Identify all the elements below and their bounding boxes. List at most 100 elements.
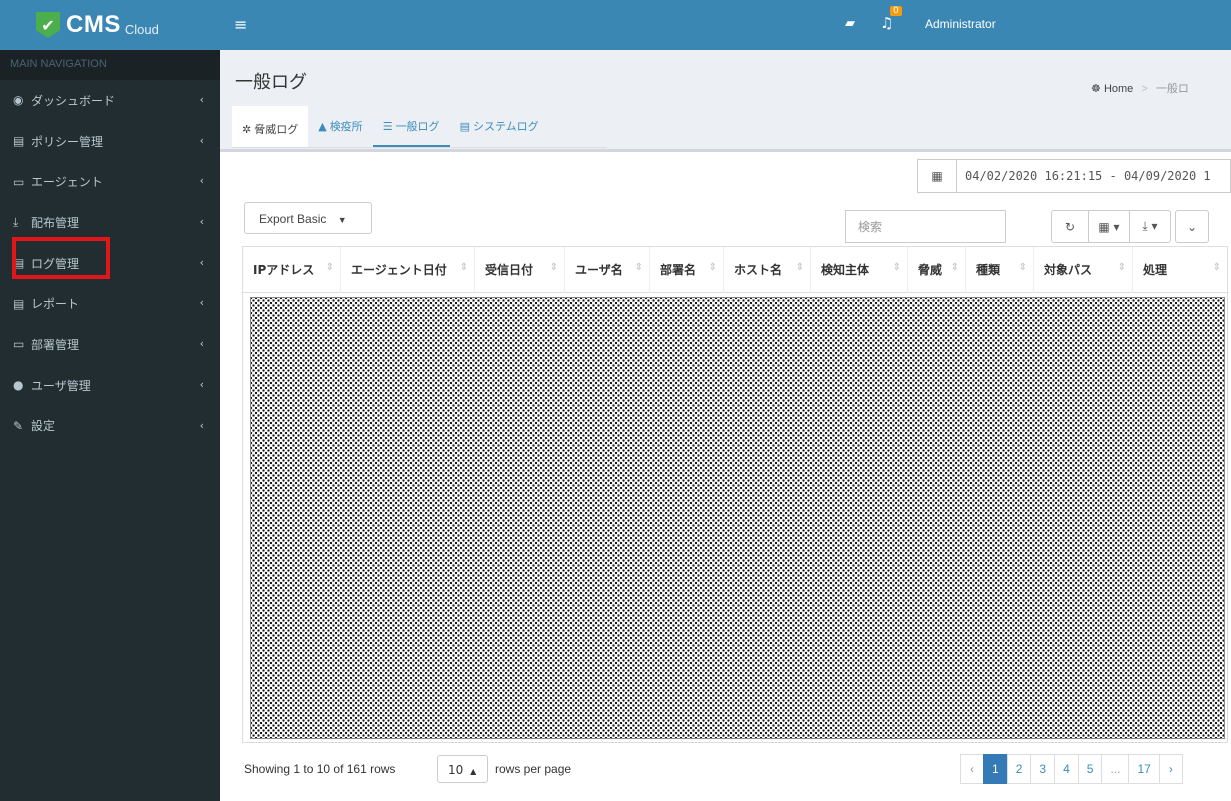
refresh-button[interactable]: ↻ [1051,210,1089,243]
sidebar-item-policy[interactable]: ▤ ポリシー管理 ‹ [0,121,220,162]
chevron-left-icon: ‹ [199,215,204,229]
export-button[interactable]: ⤓ ▾ [1129,210,1171,243]
page-size-dropdown[interactable]: 10 ▲ [437,755,488,783]
breadcrumb-separator: > [1141,83,1148,95]
lock-icon: ▲ [318,120,327,133]
report-icon: ▤ [13,296,25,311]
page-button[interactable]: 4 [1054,754,1079,784]
column-header[interactable]: 処理 ⇕ [1133,247,1227,293]
user-icon: ● [13,378,24,393]
page-button[interactable]: 1 [983,754,1008,784]
column-header[interactable]: 脅威 ⇕ [908,247,966,293]
column-header[interactable]: 受信日付 ⇕ [475,247,565,293]
breadcrumb-home[interactable]: Home [1104,83,1133,95]
list-icon: ☰ [382,120,393,133]
prev-page-button[interactable]: ‹ [960,754,984,784]
download-icon: ⤓ ▾ [1142,219,1158,233]
sidebar-item-user[interactable]: ● ユーザ管理 ‹ [0,365,220,406]
sidebar-item-label: レポート [31,297,80,312]
column-header[interactable]: 検知主体 ⇕ [811,247,908,293]
user-menu[interactable]: Administrator [925,17,996,31]
next-page-button[interactable]: › [1158,754,1183,784]
caret-up-icon: ▲ [470,767,477,776]
column-header[interactable]: 対象パス ⇕ [1034,247,1133,293]
sidebar-item-dashboard[interactable]: ◉ ダッシュボード ‹ [0,80,220,121]
collapse-button[interactable]: ⌄ [1175,210,1209,243]
sidebar-item-label: ポリシー管理 [31,134,104,149]
pagination: ‹ 1 2 3 4 5 ... 17 › [960,754,1183,784]
sort-icon: ⇕ [1212,262,1221,273]
breadcrumb: ☸ Home > 一般ロ [1091,80,1189,96]
caret-down-icon: ▼ [337,215,347,225]
sort-icon: ⇕ [950,262,959,273]
sidebar-item-label: エージェント [31,175,103,190]
app-logo[interactable]: ✔ CMS Cloud [0,0,220,50]
chevron-left-icon: ‹ [199,93,204,106]
date-range-value: 04/02/2020 16:21:15 - 04/09/2020 1 [965,169,1211,183]
page-button[interactable]: 17 [1128,754,1160,784]
column-header[interactable]: ユーザ名 ⇕ [565,247,650,293]
bug-icon: ✲ [242,123,252,136]
log-table: IPアドレス ⇕ エージェント日付 ⇕ 受信日付 ⇕ ユーザ名 ⇕ 部署名 ⇕ ホスト名 ⇕… [242,246,1228,743]
home-icon: ☸ [1091,83,1101,95]
column-header[interactable]: 部署名 ⇕ [650,247,724,293]
search-input[interactable] [845,210,1006,243]
chevron-left-icon: ‹ [199,418,204,432]
export-select[interactable]: Export Basic ▼ [244,202,372,234]
page-ellipsis: ... [1101,754,1130,784]
pagination-info: Showing 1 to 10 of 161 rows [244,762,396,776]
dashboard-icon: ◉ [13,93,24,108]
menu-toggle-icon[interactable]: ≡ [234,15,247,34]
folder-icon: ▭ [13,337,25,352]
bell-icon[interactable]: ♫ [880,14,893,32]
sidebar: ✔ CMS Cloud MAIN NAVIGATION ◉ ダッシュボード ‹ … [0,0,220,801]
sidebar-item-label: 部署管理 [31,337,80,352]
tab-general-log[interactable]: ☰ 一般ログ [372,106,450,147]
wrench-icon: ✎ [13,418,24,433]
table-toolbar: ↻ ▦ ▾ ⤓ ▾ ⌄ [1051,210,1209,243]
sidebar-item-label: ダッシュボード [31,93,116,108]
rows-per-page-label: rows per page [495,762,572,776]
sidebar-item-label: ユーザ管理 [31,378,91,393]
sidebar-item-label: 配布管理 [31,215,80,230]
page-button[interactable]: 3 [1030,754,1056,784]
sidebar-item-label: 設定 [31,419,56,434]
nav-header: MAIN NAVIGATION [0,50,220,80]
table-header: IPアドレス ⇕ エージェント日付 ⇕ 受信日付 ⇕ ユーザ名 ⇕ 部署名 ⇕ ホスト名 ⇕… [243,247,1227,293]
sidebar-item-agent[interactable]: ▭ エージェント ‹ [0,161,220,202]
columns-button[interactable]: ▦ ▾ [1088,210,1130,243]
top-navbar: ≡ [220,0,1231,50]
logo-subtext: Cloud [124,21,159,37]
chevron-left-icon: ‹ [199,174,204,188]
page-button[interactable]: 2 [1006,754,1032,784]
date-range-picker[interactable]: ▦ 04/02/2020 16:21:15 - 04/09/2020 1 [917,159,1231,193]
sort-icon: ⇕ [634,262,643,273]
chevron-left-icon: ‹ [199,296,204,310]
policy-icon: ▤ [13,134,25,149]
redacted-table-body [250,297,1225,739]
logo-shield-icon: ✔ [36,12,60,38]
breadcrumb-current: 一般ロ [1155,83,1189,95]
logo-text: CMS [66,11,121,38]
column-header[interactable]: 種類 ⇕ [966,247,1034,293]
chevron-left-icon: ‹ [199,377,204,391]
sidebar-item-report[interactable]: ▤ レポート ‹ [0,283,220,324]
refresh-icon: ↻ [1064,219,1076,234]
sort-icon: ⇕ [549,262,558,273]
book-icon[interactable]: ▰ [845,16,855,31]
tab-system-log[interactable]: ▤ システムログ [450,106,549,147]
calendar-icon: ▦ [918,160,957,192]
highlight-box [12,237,110,279]
column-header[interactable]: エージェント日付 ⇕ [341,247,475,293]
column-header[interactable]: IPアドレス ⇕ [243,247,341,293]
column-header[interactable]: ホスト名 ⇕ [724,247,811,293]
grid-icon: ▦ ▾ [1098,219,1120,234]
chevron-down-icon: ⌄ [1186,219,1198,234]
tab-threat-log[interactable]: ✲ 脅威ログ [232,106,309,147]
sidebar-item-settings[interactable]: ✎ 設定 ‹ [0,406,220,447]
tab-quarantine[interactable]: ▲ 検疫所 [308,106,372,147]
sort-icon: ⇕ [325,262,334,273]
page-button[interactable]: 5 [1077,754,1103,784]
sidebar-item-department[interactable]: ▭ 部署管理 ‹ [0,324,220,365]
sort-icon: ⇕ [1018,262,1027,273]
